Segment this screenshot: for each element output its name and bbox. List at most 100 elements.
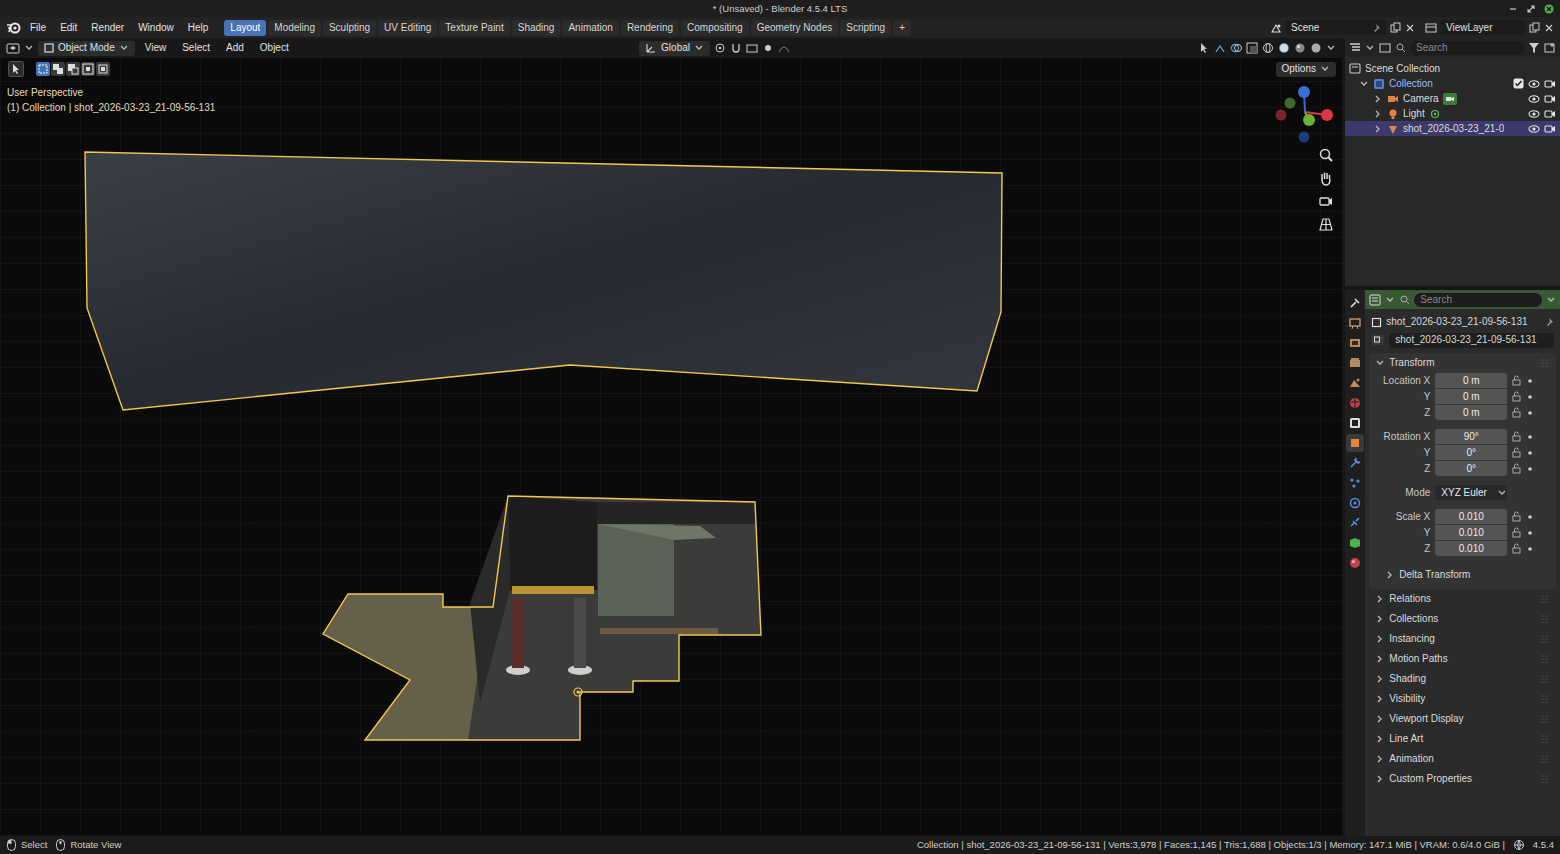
viewport-menu[interactable]: Add: [220, 40, 250, 56]
viewport-menu[interactable]: Select: [176, 40, 216, 56]
render-camera-icon[interactable]: [1544, 108, 1556, 120]
workspace-tab[interactable]: Rendering: [621, 20, 679, 36]
number-field[interactable]: 0°: [1435, 445, 1507, 460]
drag-handle-icon[interactable]: [1540, 734, 1550, 744]
disclosure-icon[interactable]: [1375, 358, 1385, 368]
properties-tab[interactable]: [1346, 334, 1364, 352]
invert-selection-icon[interactable]: [81, 62, 95, 76]
disclosure-icon[interactable]: [1359, 79, 1369, 89]
scene-render[interactable]: [0, 58, 1342, 836]
lock-icon[interactable]: [1511, 391, 1522, 402]
workspace-tab[interactable]: Animation: [562, 20, 618, 36]
drag-handle-icon[interactable]: [1540, 774, 1550, 784]
filter-icon[interactable]: [1528, 42, 1540, 54]
properties-editor-icon[interactable]: [1369, 294, 1381, 306]
pin-icon[interactable]: [1371, 23, 1381, 33]
lock-icon[interactable]: [1511, 431, 1522, 442]
object-name-field[interactable]: shot_2026-03-23_21-09-56-131: [1389, 333, 1554, 348]
workspace-tab[interactable]: Texture Paint: [439, 20, 509, 36]
editor-menu-icon[interactable]: [24, 43, 34, 53]
properties-tab[interactable]: [1346, 534, 1364, 552]
drag-handle-icon[interactable]: [1540, 754, 1550, 764]
subtract-selection-icon[interactable]: [66, 62, 80, 76]
new-collection-icon[interactable]: [1544, 42, 1556, 54]
pin-icon[interactable]: [1544, 317, 1554, 327]
eye-icon[interactable]: [1528, 93, 1540, 105]
eye-icon[interactable]: [1528, 108, 1540, 120]
pan-hand-icon[interactable]: [1318, 170, 1334, 186]
keyframe-icon[interactable]: [1526, 393, 1534, 401]
properties-tab[interactable]: [1346, 554, 1364, 572]
viewport-menu[interactable]: View: [139, 40, 173, 56]
keyframe-icon[interactable]: [1526, 409, 1534, 417]
panel-header[interactable]: Visibility: [1369, 689, 1556, 709]
properties-tab[interactable]: [1346, 314, 1364, 332]
view-layer-icon[interactable]: [1425, 22, 1437, 34]
keyframe-icon[interactable]: [1526, 465, 1534, 473]
workspace-tab[interactable]: UV Editing: [378, 20, 437, 36]
panel-header[interactable]: Custom Properties: [1369, 769, 1556, 789]
menu-item[interactable]: Edit: [54, 20, 83, 36]
perspective-grid-icon[interactable]: [1318, 216, 1334, 232]
panel-header[interactable]: Animation: [1369, 749, 1556, 769]
remove-view-layer-icon[interactable]: [1544, 23, 1554, 33]
menu-item[interactable]: Window: [132, 20, 180, 36]
include-checkbox-icon[interactable]: [1513, 78, 1524, 89]
add-workspace-button[interactable]: +: [893, 20, 911, 36]
panel-header[interactable]: Instancing: [1369, 629, 1556, 649]
properties-tab[interactable]: [1346, 454, 1364, 472]
disclosure-icon[interactable]: [1373, 109, 1383, 119]
eye-icon[interactable]: [1528, 123, 1540, 135]
options-dropdown[interactable]: Options: [1276, 62, 1336, 77]
render-camera-icon[interactable]: [1544, 78, 1556, 90]
panel-header[interactable]: Collections: [1369, 609, 1556, 629]
properties-tab[interactable]: [1346, 434, 1364, 452]
render-camera-icon[interactable]: [1544, 123, 1556, 135]
object-browse-icon[interactable]: [1371, 334, 1385, 346]
properties-tab[interactable]: [1346, 294, 1364, 312]
display-mode-icon[interactable]: [1379, 42, 1391, 54]
select-tool-icon[interactable]: [8, 61, 24, 77]
intersect-selection-icon[interactable]: [96, 62, 110, 76]
disclosure-icon[interactable]: [1375, 714, 1385, 724]
number-field[interactable]: 90°: [1435, 429, 1507, 444]
outliner-row[interactable]: shot_2026-03-23_21-0: [1345, 121, 1560, 136]
disclosure-icon[interactable]: [1375, 774, 1385, 784]
drag-handle-icon[interactable]: [1540, 714, 1550, 724]
properties-tab[interactable]: [1346, 474, 1364, 492]
outliner-row[interactable]: Camera: [1345, 91, 1560, 106]
new-scene-icon[interactable]: [1390, 22, 1401, 33]
transform-panel-header[interactable]: Transform: [1369, 353, 1556, 373]
properties-tab[interactable]: [1346, 394, 1364, 412]
drag-handle-icon[interactable]: [1540, 614, 1550, 624]
camera-data-icon[interactable]: [1443, 93, 1457, 105]
outliner-editor-icon[interactable]: [1349, 42, 1361, 53]
menu-item[interactable]: Help: [182, 20, 215, 36]
properties-tab[interactable]: [1346, 414, 1364, 432]
disclosure-icon[interactable]: [1373, 94, 1383, 104]
outliner-row[interactable]: Light: [1345, 106, 1560, 121]
view-layer-selector[interactable]: ViewLayer: [1425, 20, 1554, 35]
keyframe-icon[interactable]: [1526, 529, 1534, 537]
outliner-row[interactable]: Collection: [1345, 76, 1560, 91]
disclosure-icon[interactable]: [1375, 634, 1385, 644]
zoom-icon[interactable]: [1318, 147, 1334, 163]
orientation-dropdown[interactable]: Global: [639, 41, 710, 56]
mode-field[interactable]: XYZ Euler: [1435, 485, 1507, 500]
editor-menu-icon[interactable]: [1365, 43, 1375, 53]
properties-tab[interactable]: [1346, 494, 1364, 512]
options-icon[interactable]: [1546, 295, 1556, 305]
maximize-icon[interactable]: [1526, 4, 1536, 14]
number-field[interactable]: 0.010: [1435, 525, 1507, 540]
keyframe-icon[interactable]: [1526, 545, 1534, 553]
shading-options-icon[interactable]: [1326, 43, 1336, 53]
new-view-layer-icon[interactable]: [1529, 22, 1540, 33]
properties-search[interactable]: [1414, 293, 1542, 307]
xray-icon[interactable]: [1246, 42, 1258, 54]
outliner-search[interactable]: [1410, 41, 1524, 55]
navigation-gizmo[interactable]: [1270, 77, 1340, 147]
disclosure-icon[interactable]: [1385, 570, 1395, 580]
number-field[interactable]: 0°: [1435, 461, 1507, 476]
panel-header[interactable]: Motion Paths: [1369, 649, 1556, 669]
properties-tab[interactable]: [1346, 354, 1364, 372]
